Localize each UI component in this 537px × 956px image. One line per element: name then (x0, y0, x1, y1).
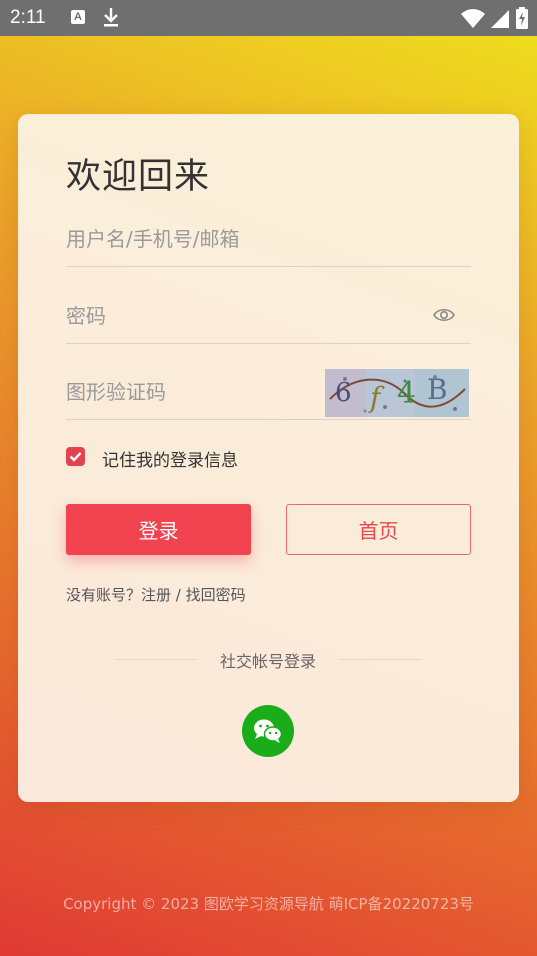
register-link[interactable]: 注册 (141, 586, 171, 604)
divider-line-right (339, 659, 421, 660)
status-time: 2:11 (10, 7, 46, 28)
account-links: 没有账号？注册 / 找回密码 (66, 584, 246, 605)
login-button[interactable]: 登录 (66, 504, 251, 555)
eye-icon[interactable] (433, 306, 455, 324)
download-icon (104, 8, 118, 27)
footer-copyright: Copyright © 2023 图欧学习资源导航 萌ICP备20220723号 (63, 895, 474, 913)
status-bar: 2:11 A (0, 0, 537, 36)
password-field (66, 291, 471, 344)
home-button[interactable]: 首页 (286, 504, 471, 555)
social-login-label: 社交帐号登录 (219, 652, 316, 671)
notification-a-icon: A (71, 10, 85, 24)
username-field (66, 214, 471, 267)
page-title: 欢迎回来 (66, 157, 211, 197)
signal-icon (490, 10, 509, 28)
link-separator: / (171, 586, 186, 604)
battery-icon (516, 7, 528, 29)
password-input[interactable] (66, 291, 406, 341)
social-login-divider: 社交帐号登录 (115, 648, 421, 671)
captcha-char: B (427, 373, 448, 406)
captcha-image[interactable]: 6 f 4 B (325, 369, 469, 417)
wechat-login-button[interactable] (242, 705, 294, 757)
remember-checkbox[interactable] (66, 447, 85, 466)
login-card: 欢迎回来 6 f 4 B 记住我 (18, 114, 519, 802)
no-account-text: 没有账号？ (66, 586, 142, 604)
status-icons (460, 7, 529, 33)
username-input[interactable] (66, 214, 406, 264)
wifi-icon (460, 9, 485, 28)
remember-label: 记住我的登录信息 (102, 451, 238, 471)
captcha-char: 4 (397, 376, 416, 411)
captcha-char: 6 (335, 378, 352, 408)
captcha-field: 6 f 4 B (66, 367, 471, 420)
forgot-password-link[interactable]: 找回密码 (186, 586, 246, 604)
check-icon (69, 452, 82, 462)
wechat-icon (254, 719, 283, 743)
